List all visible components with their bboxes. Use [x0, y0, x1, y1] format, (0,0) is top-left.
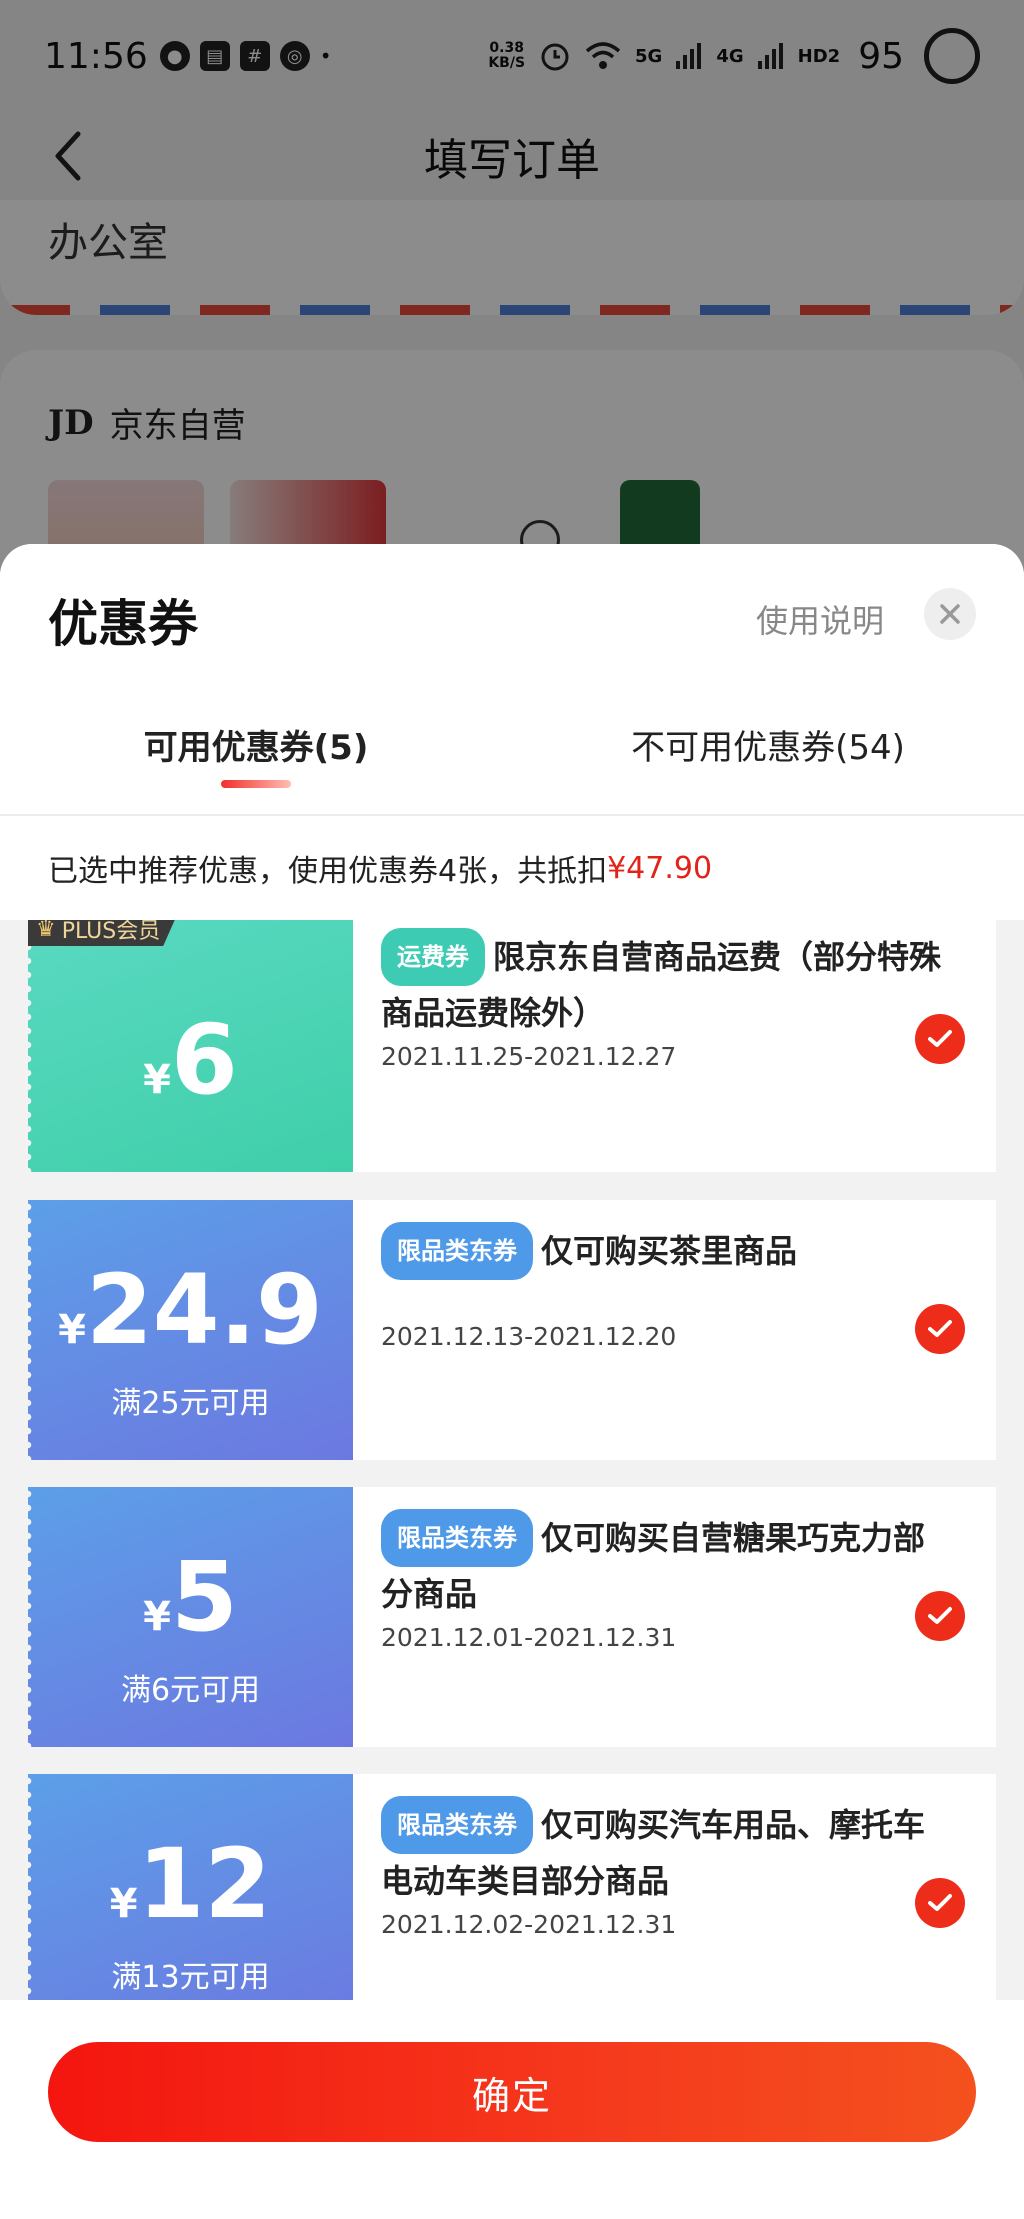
coupon-title: 限品类东券 仅可购买汽车用品、摩托车电动车类目部分商品 [381, 1796, 941, 1908]
coupon-checkbox[interactable] [915, 1878, 965, 1928]
coupon-tag: 运费券 [381, 928, 485, 986]
coupon-checkbox[interactable] [915, 1304, 965, 1354]
coupon-card[interactable]: ¥12 满13元可用 限品类东券 仅可购买汽车用品、摩托车电动车类目部分商品 20… [28, 1774, 996, 2000]
coupon-value-panel: ♛ PLUS会员 ¥6 [28, 920, 353, 1172]
currency-symbol: ¥ [109, 1881, 138, 1927]
tab-available-coupons[interactable]: 可用优惠券(5) [0, 720, 512, 769]
coupon-sheet: 优惠券 使用说明 可用优惠券(5) 不可用优惠券(54) 已选中推荐优惠，使用优… [0, 544, 1024, 2219]
coupon-tag: 限品类东券 [381, 1796, 533, 1854]
coupon-amount-value: 6 [171, 1004, 238, 1116]
coupon-tabs: 可用优惠券(5) 不可用优惠券(54) [0, 720, 1024, 810]
coupon-card[interactable]: ¥5 满6元可用 限品类东券 仅可购买自营糖果巧克力部分商品 2021.12.01… [28, 1487, 996, 1747]
coupon-tag: 限品类东券 [381, 1509, 533, 1567]
currency-symbol: ¥ [58, 1307, 86, 1353]
coupon-checkbox[interactable] [915, 1014, 965, 1064]
currency-symbol: ¥ [143, 1057, 172, 1103]
tab-unavailable-coupons[interactable]: 不可用优惠券(54) [512, 720, 1024, 769]
close-icon [940, 604, 960, 624]
coupon-amount-value: 5 [171, 1541, 238, 1653]
coupon-tag: 限品类东券 [381, 1222, 533, 1280]
coupon-condition: 满13元可用 [111, 1960, 270, 1995]
coupon-amount: ¥6 [28, 1012, 353, 1108]
close-button[interactable] [924, 588, 976, 640]
currency-symbol: ¥ [143, 1594, 172, 1640]
coupon-amount: ¥5 [28, 1549, 353, 1645]
coupon-condition: 满6元可用 [120, 1673, 261, 1708]
coupon-card[interactable]: ♛ PLUS会员 ¥6 运费券 限京东自营商品运费（部分特殊商品运费除外） 202… [28, 920, 996, 1172]
coupon-amount-value: 24.9 [85, 1254, 323, 1366]
coupon-amount: ¥12 [28, 1836, 353, 1932]
summary-amount: ¥47.90 [607, 850, 713, 886]
coupon-title-text: 仅可购买茶里商品 [541, 1232, 798, 1270]
coupon-title: 限品类东券 仅可购买茶里商品 [381, 1222, 941, 1280]
coupon-info: 限品类东券 仅可购买汽车用品、摩托车电动车类目部分商品 2021.12.02-20… [381, 1796, 941, 1939]
coupon-value-panel: ¥24.9 满25元可用 [28, 1200, 353, 1460]
check-icon [928, 1607, 952, 1624]
coupon-amount: ¥24.9 [28, 1262, 353, 1358]
crown-icon: ♛ [36, 920, 56, 942]
sheet-footer: 确定 [0, 2000, 1024, 2219]
coupon-list[interactable]: ♛ PLUS会员 ¥6 运费券 限京东自营商品运费（部分特殊商品运费除外） 202… [0, 920, 1024, 2000]
coupon-amount-value: 12 [137, 1828, 272, 1940]
coupon-condition: 满25元可用 [111, 1386, 270, 1421]
plus-badge-label: PLUS会员 [61, 920, 161, 944]
discount-summary: 已选中推荐优惠，使用优惠券4张，共抵扣 ¥47.90 [0, 816, 1024, 920]
coupon-title: 运费券 限京东自营商品运费（部分特殊商品运费除外） [381, 928, 941, 1040]
sheet-header: 优惠券 使用说明 可用优惠券(5) 不可用优惠券(54) [0, 544, 1024, 814]
check-icon [928, 1030, 952, 1047]
coupon-value-panel: ¥5 满6元可用 [28, 1487, 353, 1747]
coupon-title: 限品类东券 仅可购买自营糖果巧克力部分商品 [381, 1509, 941, 1621]
coupon-info: 限品类东券 仅可购买自营糖果巧克力部分商品 2021.12.01-2021.12.… [381, 1509, 941, 1652]
usage-help-link[interactable]: 使用说明 [756, 596, 884, 642]
coupon-date: 2021.11.25-2021.12.27 [381, 1042, 677, 1071]
coupon-value-panel: ¥12 满13元可用 [28, 1774, 353, 2000]
coupon-date: 2021.12.13-2021.12.20 [381, 1322, 677, 1351]
coupon-card[interactable]: ¥24.9 满25元可用 限品类东券 仅可购买茶里商品 2021.12.13-20… [28, 1200, 996, 1460]
coupon-date: 2021.12.02-2021.12.31 [381, 1910, 677, 1939]
coupon-checkbox[interactable] [915, 1591, 965, 1641]
plus-member-badge: ♛ PLUS会员 [28, 920, 179, 946]
sheet-title: 优惠券 [48, 595, 198, 653]
summary-text: 已选中推荐优惠，使用优惠券4张，共抵扣 [48, 854, 608, 889]
coupon-info: 限品类东券 仅可购买茶里商品 2021.12.13-2021.12.20 [381, 1222, 941, 1351]
check-icon [928, 1894, 952, 1911]
check-icon [928, 1320, 952, 1337]
coupon-date: 2021.12.01-2021.12.31 [381, 1623, 677, 1652]
coupon-info: 运费券 限京东自营商品运费（部分特殊商品运费除外） 2021.11.25-2021… [381, 928, 941, 1071]
active-tab-indicator [221, 780, 291, 788]
confirm-button[interactable]: 确定 [48, 2042, 976, 2142]
